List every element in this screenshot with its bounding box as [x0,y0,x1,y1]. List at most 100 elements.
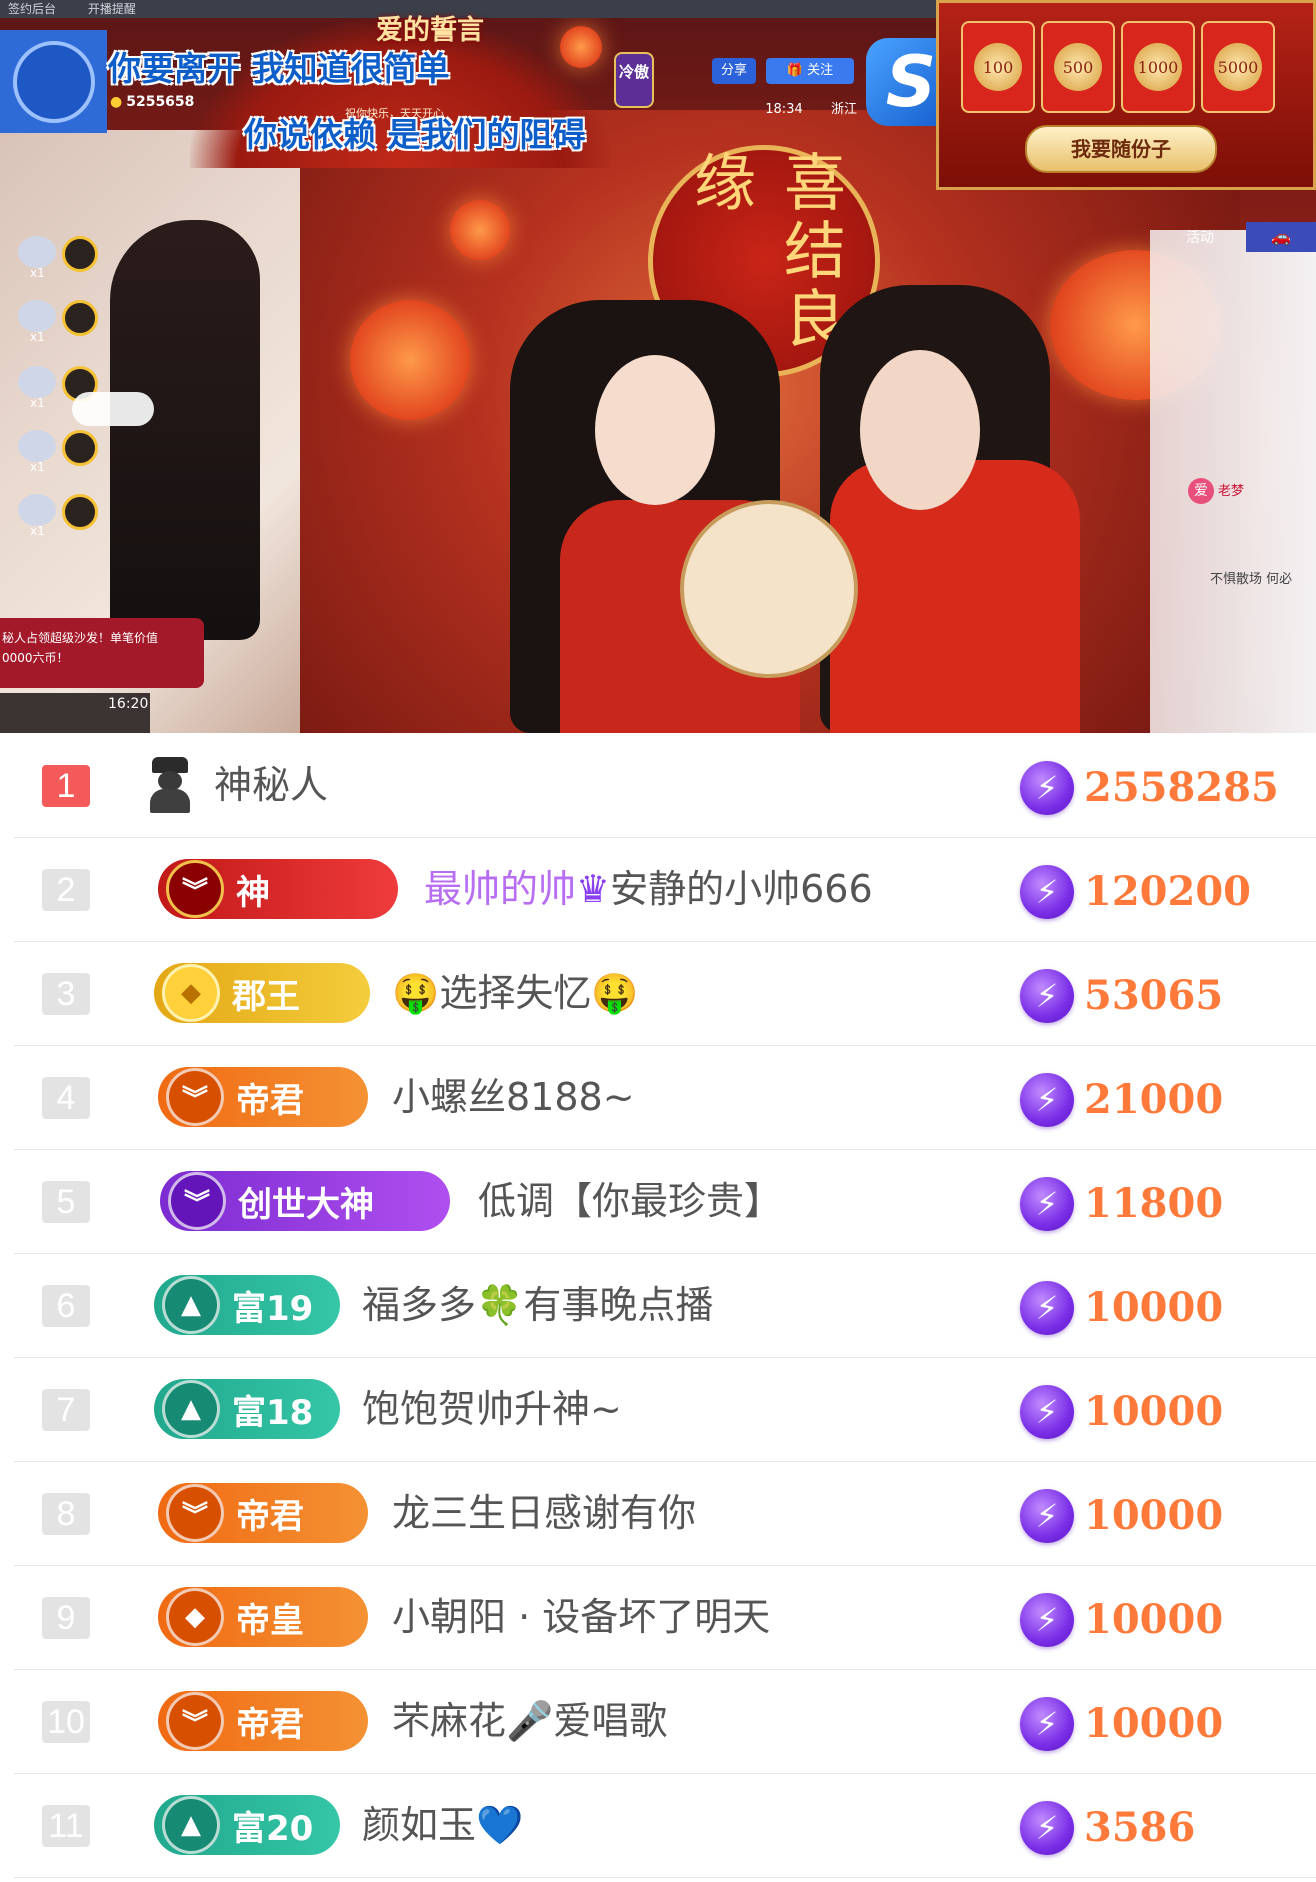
red-packet-100[interactable]: 100 [961,21,1035,113]
ranking-row[interactable]: 10 ︾ 帝君 芣麻花🎤爱唱歌 ⚡ 10000 [14,1669,1316,1774]
ranking-row[interactable]: 1 神秘人 ⚡ 2558285 [14,733,1316,838]
triangle-icon: ▲ [162,1796,220,1854]
contribution-score: 10000 [1084,1388,1224,1435]
contribution-score: 10000 [1084,1596,1224,1643]
user-avatar [62,494,98,530]
user-avatar [62,300,98,336]
user-name: 福多多🍀有事晚点播 [362,1283,714,1327]
red-packet-5000[interactable]: 5000 [1201,21,1275,113]
wealth-badge: ▲ 富20 [154,1795,340,1855]
contribution-score: 10000 [1084,1284,1224,1331]
chevron-down-icon: ︾ [166,1692,224,1750]
noble-badge: ︾ 帝君 [158,1483,368,1543]
noble-badge: ◆ 帝皇 [158,1587,368,1647]
user-name: 龙三生日感谢有你 [392,1491,697,1535]
medal-icon: ● [110,94,123,110]
user-name: 饱饱贺帅升神~ [362,1387,622,1431]
rank-number: 6 [42,1285,90,1327]
red-packet-1000[interactable]: 1000 [1121,21,1195,113]
chevron-down-icon: ︾ [168,1172,226,1230]
rank-number: 3 [42,973,90,1015]
noble-badge: ︾ 帝君 [158,1691,368,1751]
car-icon[interactable]: 🚗 [1246,222,1316,252]
gift-entry: x1 [18,494,98,538]
promo-banner[interactable]: 秘人占领超级沙发！单笔价值 0000六币！ [0,618,204,688]
rank-number: 2 [42,869,90,911]
red-packet-panel: 100 500 1000 5000 我要随份子 [936,0,1316,190]
ranking-row[interactable]: 11 ▲ 富20 颜如玉💙 ⚡ 3586 [14,1773,1316,1878]
stream-time: 18:34 [765,102,803,117]
user-name: 最帅的帅♛安静的小帅666 [424,867,873,911]
avatar-circle [12,40,95,123]
lightning-icon: ⚡ [1020,1385,1074,1439]
streamer-hair [110,220,260,640]
groom-robe [830,460,1080,733]
lightning-icon: ⚡ [1020,865,1074,919]
lantern-center [450,200,510,260]
wealth-badge: ▲ 富19 [154,1275,340,1335]
topbar-item-contract[interactable]: 签约后台 [8,2,56,16]
tab-activity[interactable]: 活动 [1160,226,1240,250]
chat-bubble [72,392,154,426]
live-stream-view: 喜结良缘 签约后台 开播提醒 爱的誓言 你要离开 我知道很简单 ● 5255658… [0,0,1316,733]
gift-icon [18,494,56,526]
rank-number: 5 [42,1181,90,1223]
ranking-row[interactable]: 8 ︾ 帝君 龙三生日感谢有你 ⚡ 10000 [14,1461,1316,1566]
gift-icon: 🎁 [786,63,808,78]
lightning-icon: ⚡ [1020,1073,1074,1127]
noble-badge: ︾ 神 [158,859,398,919]
contribution-score: 11800 [1084,1180,1224,1227]
red-packet-500[interactable]: 500 [1041,21,1115,113]
anon-body [150,789,190,813]
ranking-row[interactable]: 2 ︾ 神 最帅的帅♛安静的小帅666 ⚡ 120200 [14,837,1316,942]
user-name: 小朝阳 · 设备坏了明天 [392,1595,771,1639]
gift-entry: x1 [18,430,98,474]
contribution-score: 53065 [1084,972,1224,1019]
anonymous-user-icon [148,757,192,813]
heart-badge: 爱 [1188,478,1214,504]
contribution-score: 21000 [1084,1076,1224,1123]
diamond-icon: ◆ [166,1588,224,1646]
user-name: 小螺丝8188~ [392,1075,635,1119]
ranking-row[interactable]: 7 ▲ 富18 饱饱贺帅升神~ ⚡ 10000 [14,1357,1316,1462]
chat-message: 爱老梦 [1188,478,1316,508]
lightning-icon: ⚡ [1020,1281,1074,1335]
user-name: 低调【你最珍贵】 [478,1179,783,1223]
rank-number: 9 [42,1597,90,1639]
send-gift-button[interactable]: 我要随份子 [1025,125,1217,173]
chevron-down-icon: ︾ [166,1484,224,1542]
streamer-badge: 冷傲 [614,52,654,108]
lantern-left [350,300,470,420]
user-name: 🤑选择失忆🤑 [392,971,639,1015]
lightning-icon: ⚡ [1020,969,1074,1023]
gift-icon [18,366,56,398]
gift-entry: x1 [18,236,98,280]
groom-face [860,350,980,510]
ranking-row[interactable]: 6 ▲ 富19 福多多🍀有事晚点播 ⚡ 10000 [14,1253,1316,1358]
ranking-row[interactable]: 4 ︾ 帝君 小螺丝8188~ ⚡ 21000 [14,1045,1316,1150]
lightning-icon: ⚡ [1020,1593,1074,1647]
noble-badge: ◆ 郡王 [154,963,370,1023]
streamer-avatar[interactable] [0,30,107,133]
anon-head [158,771,182,791]
lightning-icon: ⚡ [1020,1697,1074,1751]
gift-icon [18,236,56,268]
ranking-row[interactable]: 5 ︾ 创世大神 低调【你最珍贵】 ⚡ 11800 [14,1149,1316,1254]
contribution-score: 10000 [1084,1700,1224,1747]
follow-button[interactable]: 🎁 关注 [766,58,854,84]
promo-line-1: 秘人占领超级沙发！单笔价值 [2,631,159,645]
rank-number: 10 [42,1701,90,1743]
ranking-row[interactable]: 3 ◆ 郡王 🤑选择失忆🤑 ⚡ 53065 [14,941,1316,1046]
topbar-item-reminder[interactable]: 开播提醒 [88,2,136,16]
lightning-icon: ⚡ [1020,1489,1074,1543]
user-avatar [62,430,98,466]
lightning-icon: ⚡ [1020,1801,1074,1855]
ranking-row[interactable]: 9 ◆ 帝皇 小朝阳 · 设备坏了明天 ⚡ 10000 [14,1565,1316,1670]
crown-icon: ♛ [576,867,611,911]
round-fan [680,500,858,678]
share-button[interactable]: 分享 [712,58,756,84]
user-avatar [62,236,98,272]
region-label: 浙江 [830,102,857,117]
lyric-line-1: 你要离开 我知道很简单 [108,49,450,88]
contribution-ranking: 1 神秘人 ⚡ 2558285 2 ︾ 神 最帅的帅♛安静的小帅666 ⚡ 120… [0,733,1316,1882]
